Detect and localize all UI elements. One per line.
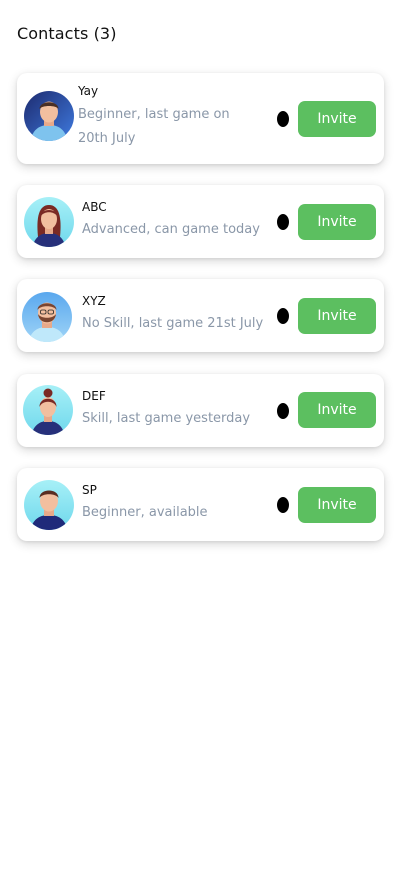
contact-card[interactable]: Yay Beginner, last game on 20th July Inv… xyxy=(17,73,384,164)
contact-name: DEF xyxy=(82,389,106,403)
status-dot xyxy=(277,497,289,513)
male-avatar-icon xyxy=(24,480,74,530)
contact-card[interactable]: SP Beginner, available Invite xyxy=(17,468,384,541)
status-dot xyxy=(277,403,289,419)
male-avatar-icon xyxy=(24,91,74,141)
bearded-male-avatar-icon xyxy=(22,292,72,342)
contact-name: XYZ xyxy=(82,294,106,308)
contact-description: No Skill, last game 21st July xyxy=(82,316,264,331)
contact-name: Yay xyxy=(78,84,99,98)
contact-description: Beginner, last game on 20th July xyxy=(78,107,230,146)
invite-button[interactable]: Invite xyxy=(298,487,376,523)
status-dot xyxy=(277,308,289,324)
invite-button[interactable]: Invite xyxy=(298,204,376,240)
invite-button[interactable]: Invite xyxy=(298,101,376,137)
female-avatar-icon xyxy=(23,385,73,435)
female-avatar-icon xyxy=(24,197,74,247)
status-dot xyxy=(277,111,289,127)
invite-button[interactable]: Invite xyxy=(298,392,376,428)
contact-card[interactable]: DEF Skill, last game yesterday Invite xyxy=(17,374,384,447)
contact-card[interactable]: ABC Advanced, can game today Invite xyxy=(17,185,384,258)
status-dot xyxy=(277,214,289,230)
page-title: Contacts (3) xyxy=(17,24,117,43)
contact-description: Beginner, available xyxy=(82,505,208,520)
contact-description: Skill, last game yesterday xyxy=(82,411,251,426)
contact-description: Advanced, can game today xyxy=(82,222,260,237)
contact-name: ABC xyxy=(82,200,107,214)
contact-name: SP xyxy=(82,483,97,497)
invite-button[interactable]: Invite xyxy=(298,298,376,334)
contact-card[interactable]: XYZ No Skill, last game 21st July Invite xyxy=(17,279,384,352)
